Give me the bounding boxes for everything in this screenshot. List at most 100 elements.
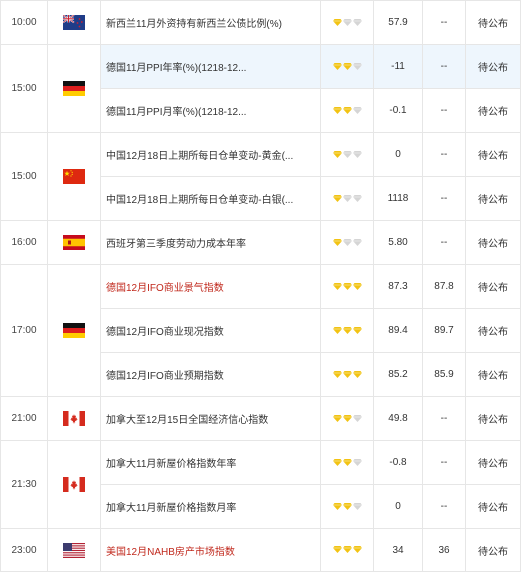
country-flag-cell <box>47 528 101 572</box>
importance-diamond-filled-icon <box>342 458 352 466</box>
event-time: 21:00 <box>0 396 48 441</box>
previous-value: 34 <box>373 528 423 572</box>
importance-rating <box>320 528 374 572</box>
importance-diamond-empty-icon <box>352 62 362 70</box>
forecast-value: -- <box>422 396 466 441</box>
event-name[interactable]: 加拿大11月新屋价格指数年率 <box>100 440 321 485</box>
importance-diamond-filled-icon <box>342 326 352 334</box>
importance-diamond-filled-icon <box>332 62 342 70</box>
forecast-value: -- <box>422 220 466 265</box>
importance-diamond-filled-icon <box>342 546 352 554</box>
importance-rating <box>320 308 374 353</box>
importance-diamond-filled-icon <box>332 18 342 26</box>
previous-value: 49.8 <box>373 396 423 441</box>
actual-status: 待公布 <box>465 308 521 353</box>
table-row: 23:00 美国12月NAHB房产市场指数 34 36 待公布 <box>0 528 521 572</box>
table-row: 15:00 德国11月PPI年率(%)(1218-12... -11 -- 待公… <box>0 44 521 133</box>
importance-diamond-filled-icon <box>332 502 342 510</box>
event-name[interactable]: 加拿大至12月15日全国经济信心指数 <box>100 396 321 441</box>
event-name[interactable]: 美国12月NAHB房产市场指数 <box>100 528 321 572</box>
importance-rating <box>320 176 374 221</box>
event-time: 17:00 <box>0 264 48 397</box>
importance-rating <box>320 132 374 177</box>
previous-value: -0.1 <box>373 88 423 133</box>
importance-diamond-filled-icon <box>332 414 342 422</box>
previous-value: 57.9 <box>373 0 423 45</box>
importance-rating <box>320 352 374 397</box>
importance-diamond-filled-icon <box>342 62 352 70</box>
importance-diamond-empty-icon <box>342 150 352 158</box>
canada-flag-icon <box>63 477 85 492</box>
forecast-value: -- <box>422 0 466 45</box>
country-flag-cell <box>47 440 101 529</box>
forecast-value: -- <box>422 88 466 133</box>
importance-diamond-filled-icon <box>332 106 342 114</box>
forecast-value: 36 <box>422 528 466 572</box>
previous-value: 0 <box>373 132 423 177</box>
event-time: 23:00 <box>0 528 48 572</box>
table-row: 21:30 加拿大11月新屋价格指数年率 -0.8 -- 待公布 <box>0 440 521 529</box>
importance-diamond-filled-icon <box>332 150 342 158</box>
forecast-value: 89.7 <box>422 308 466 353</box>
forecast-value: -- <box>422 44 466 89</box>
previous-value: 0 <box>373 484 423 529</box>
importance-diamond-filled-icon <box>332 546 342 554</box>
actual-status: 待公布 <box>465 88 521 133</box>
previous-value: -11 <box>373 44 423 89</box>
forecast-value: -- <box>422 440 466 485</box>
country-flag-cell <box>47 132 101 221</box>
event-name[interactable]: 德国11月PPI月率(%)(1218-12... <box>100 88 321 133</box>
importance-diamond-empty-icon <box>342 238 352 246</box>
importance-diamond-filled-icon <box>332 238 342 246</box>
table-row: 10:00 新西兰11月外资持有新西兰公债比例(%) 57.9 -- 待公布 <box>0 0 521 45</box>
importance-rating <box>320 0 374 45</box>
economic-calendar-table: 10:00 新西兰11月外资持有新西兰公债比例(%) 57.9 -- 待公布 1… <box>0 0 521 572</box>
germany-flag-icon <box>63 81 85 96</box>
actual-status: 待公布 <box>465 528 521 572</box>
actual-status: 待公布 <box>465 132 521 177</box>
event-time: 15:00 <box>0 44 48 133</box>
spain-flag-icon <box>63 235 85 250</box>
event-name[interactable]: 德国12月IFO商业景气指数 <box>100 264 321 309</box>
actual-status: 待公布 <box>465 440 521 485</box>
importance-diamond-filled-icon <box>332 282 342 290</box>
event-time: 15:00 <box>0 132 48 221</box>
event-name[interactable]: 德国12月IFO商业现况指数 <box>100 308 321 353</box>
importance-diamond-filled-icon <box>352 282 362 290</box>
importance-diamond-filled-icon <box>352 546 362 554</box>
event-time: 10:00 <box>0 0 48 45</box>
importance-diamond-empty-icon <box>352 150 362 158</box>
importance-diamond-filled-icon <box>342 502 352 510</box>
forecast-value: -- <box>422 484 466 529</box>
event-name[interactable]: 中国12月18日上期所每日仓单变动-白银(... <box>100 176 321 221</box>
importance-rating <box>320 484 374 529</box>
event-name[interactable]: 中国12月18日上期所每日仓单变动-黄金(... <box>100 132 321 177</box>
importance-diamond-filled-icon <box>332 326 342 334</box>
actual-status: 待公布 <box>465 0 521 45</box>
actual-status: 待公布 <box>465 264 521 309</box>
importance-diamond-empty-icon <box>352 414 362 422</box>
country-flag-cell <box>47 44 101 133</box>
table-row: 21:00 加拿大至12月15日全国经济信心指数 49.8 -- 待公布 <box>0 396 521 441</box>
previous-value: 89.4 <box>373 308 423 353</box>
event-name[interactable]: 加拿大11月新屋价格指数月率 <box>100 484 321 529</box>
previous-value: 85.2 <box>373 352 423 397</box>
country-flag-cell <box>47 220 101 265</box>
previous-value: 87.3 <box>373 264 423 309</box>
importance-diamond-filled-icon <box>352 326 362 334</box>
event-name[interactable]: 德国12月IFO商业预期指数 <box>100 352 321 397</box>
country-flag-cell <box>47 0 101 45</box>
previous-value: 5.80 <box>373 220 423 265</box>
event-time: 21:30 <box>0 440 48 529</box>
event-name[interactable]: 新西兰11月外资持有新西兰公债比例(%) <box>100 0 321 45</box>
importance-diamond-filled-icon <box>342 370 352 378</box>
forecast-value: -- <box>422 176 466 221</box>
event-time: 16:00 <box>0 220 48 265</box>
forecast-value: 85.9 <box>422 352 466 397</box>
event-name[interactable]: 德国11月PPI年率(%)(1218-12... <box>100 44 321 89</box>
importance-diamond-empty-icon <box>352 18 362 26</box>
canada-flag-icon <box>63 411 85 426</box>
china-flag-icon <box>63 169 85 184</box>
event-name[interactable]: 西班牙第三季度劳动力成本年率 <box>100 220 321 265</box>
importance-diamond-empty-icon <box>342 18 352 26</box>
